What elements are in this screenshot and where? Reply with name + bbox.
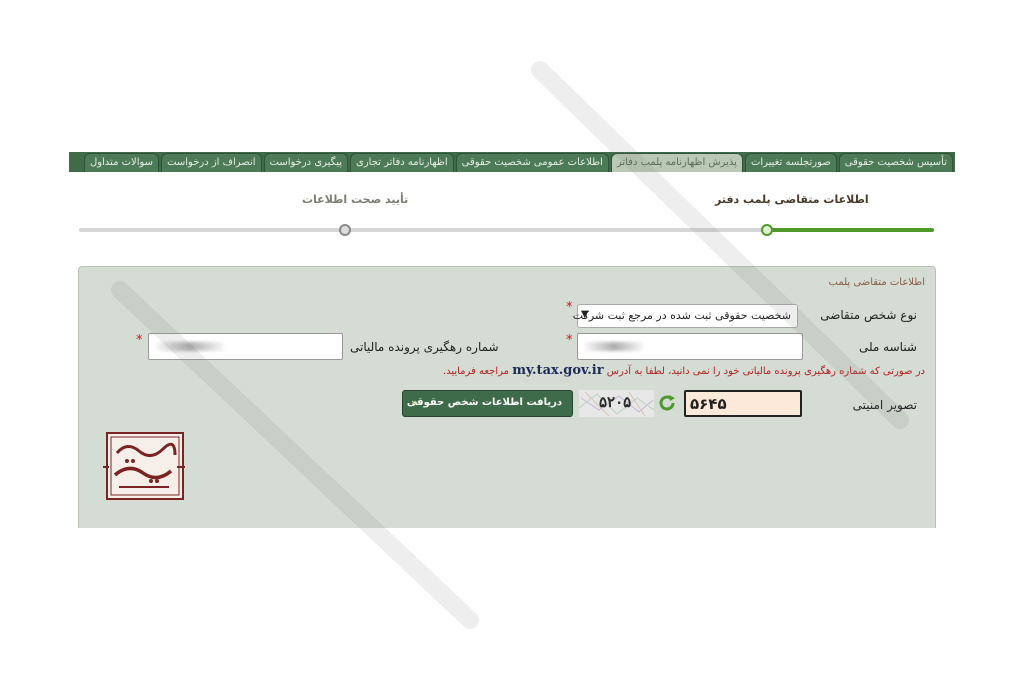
tax-tracking-label: شماره رهگیری پرونده مالیاتی bbox=[350, 340, 499, 354]
tax-site-link[interactable]: my.tax.gov.ir bbox=[512, 363, 603, 378]
redacted-value bbox=[584, 342, 644, 351]
captcha-input-value: ۵۶۴۵ bbox=[690, 395, 727, 413]
tab-commercial-books[interactable]: اظهارنامه دفاتر تجاری bbox=[350, 153, 454, 172]
tax-tracking-input[interactable] bbox=[148, 333, 343, 360]
captcha-label: تصویر امنیتی bbox=[852, 398, 917, 412]
applicant-type-value: شخصیت حقوقی ثبت شده در مرجع ثبت شرکت bbox=[572, 309, 791, 322]
tax-help-note: در صورتی که شماره رهگیری پرونده مالیاتی … bbox=[443, 363, 925, 378]
step-1-label: اطلاعات متقاضی پلمب دفتر bbox=[715, 193, 869, 206]
get-company-info-button[interactable]: دریافت اطلاعات شخص حقوقی » bbox=[402, 390, 573, 417]
step-2-dot bbox=[339, 224, 351, 236]
main-window: تأسیس شخصیت حقوقی صورتجلسه تغییرات پذیرش… bbox=[69, 152, 955, 528]
tab-company-establishment[interactable]: تأسیس شخصیت حقوقی bbox=[838, 153, 953, 172]
tab-tracking[interactable]: پیگیری درخواست bbox=[263, 153, 349, 172]
tab-cancel-request[interactable]: انصراف از درخواست bbox=[161, 153, 262, 172]
note-text-end: مراجعه فرمایید. bbox=[442, 366, 510, 377]
form-legend: اطلاعات متقاضی پلمب bbox=[828, 277, 926, 288]
refresh-icon[interactable] bbox=[656, 392, 678, 414]
national-id-input[interactable] bbox=[577, 333, 803, 360]
tab-bar: تأسیس شخصیت حقوقی صورتجلسه تغییرات پذیرش… bbox=[69, 152, 955, 172]
national-id-label: شناسه ملی bbox=[858, 340, 917, 354]
tab-book-sealing[interactable]: پذیرش اظهارنامه پلمب دفاتر bbox=[610, 153, 743, 172]
step-2-label: تأیید صحت اطلاعات bbox=[302, 193, 409, 206]
applicant-type-select[interactable]: شخصیت حقوقی ثبت شده در مرجع ثبت شرکت ▼ bbox=[573, 304, 798, 328]
button-label: دریافت اطلاعات شخص حقوقی bbox=[406, 397, 562, 408]
applicant-form-panel: اطلاعات متقاضی پلمب نوع شخص متقاضی * شخص… bbox=[78, 266, 936, 528]
double-chevron-icon: » bbox=[411, 396, 419, 409]
tab-general-info[interactable]: اطلاعات عمومی شخصیت حقوقی bbox=[455, 153, 609, 172]
redacted-value bbox=[155, 342, 225, 351]
note-text-start: در صورتی که شماره رهگیری پرونده مالیاتی … bbox=[606, 366, 925, 377]
tab-faq[interactable]: سوالات متداول bbox=[83, 153, 160, 172]
sabt-arzan-logo bbox=[99, 429, 187, 503]
required-star: * bbox=[566, 333, 573, 348]
required-star: * bbox=[566, 300, 573, 315]
captcha-input[interactable]: ۵۶۴۵ bbox=[684, 390, 802, 417]
tab-change-minutes[interactable]: صورتجلسه تغییرات bbox=[744, 153, 837, 172]
progress-fill bbox=[767, 228, 934, 232]
applicant-type-label: نوع شخص متقاضی bbox=[820, 308, 917, 322]
captcha-image-text: ۵۲۰۵ bbox=[599, 393, 632, 411]
captcha-image: ۵۲۰۵ bbox=[579, 390, 654, 417]
chevron-down-icon: ▼ bbox=[581, 309, 589, 320]
step-1-dot bbox=[761, 224, 773, 236]
required-star: * bbox=[136, 333, 143, 348]
